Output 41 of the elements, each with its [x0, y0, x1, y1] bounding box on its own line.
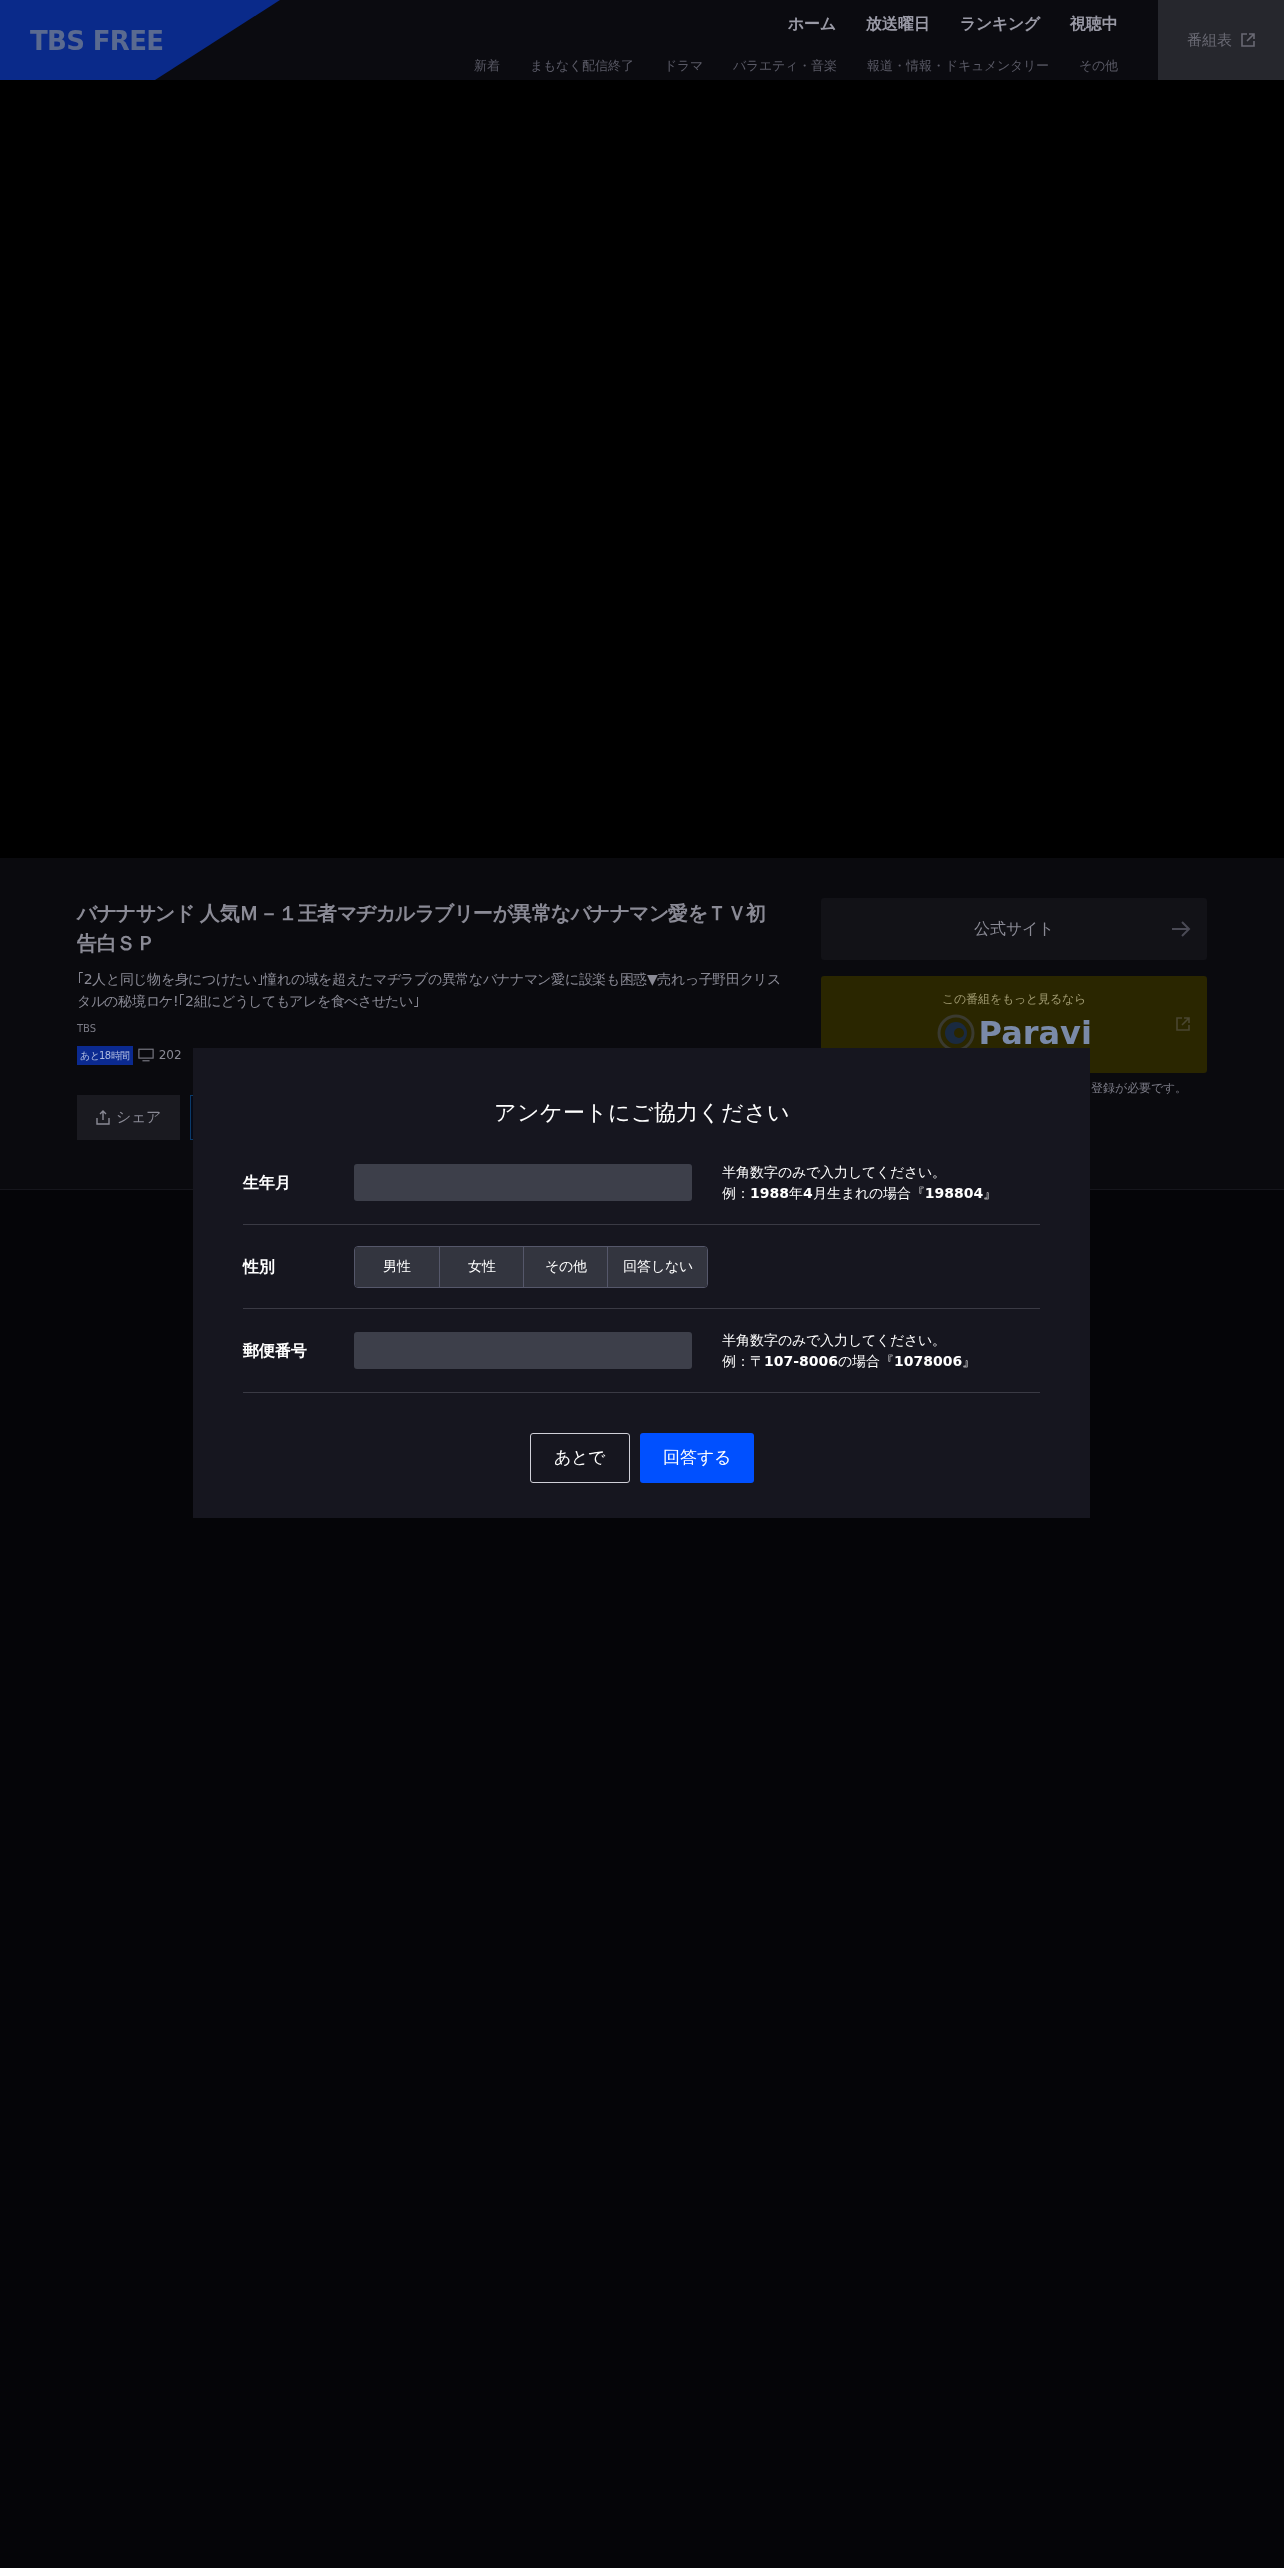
input-field[interactable] — [354, 1164, 692, 1201]
input-field[interactable] — [354, 1332, 692, 1369]
category-link[interactable]: 報道・情報・ドキュメンタリー — [867, 56, 1049, 76]
category-link[interactable]: まもなく配信終了 — [530, 56, 634, 76]
share-button[interactable]: シェア — [77, 1094, 180, 1140]
broadcast-date: 202 — [158, 1047, 182, 1065]
tv-icon — [137, 1048, 154, 1063]
input-hint: 半角数字のみで入力してください。 — [722, 1162, 947, 1182]
program-title: バナナサンド 人気Ｍ－１王者マヂカルラブリーが異常なバナナマン愛をＴＶ初告白ＳＰ — [77, 900, 767, 957]
paravi-logo: Paravi — [978, 1017, 1092, 1049]
nav-link[interactable]: ホーム — [788, 12, 836, 36]
category-link[interactable]: ドラマ — [664, 56, 703, 76]
later-button[interactable]: あとで — [529, 1433, 630, 1483]
external-link-icon — [1175, 1016, 1191, 1032]
external-link-icon — [1239, 32, 1256, 48]
official-site-link[interactable]: 公式サイト — [821, 898, 1207, 960]
gender-option[interactable]: 男性 — [355, 1246, 439, 1287]
category-link[interactable]: 新着 — [474, 56, 500, 76]
remaining-badge: あと18時間 — [77, 1045, 133, 1065]
share-icon — [96, 1109, 110, 1125]
gender-option[interactable]: 回答しない — [607, 1246, 707, 1287]
program-description: ｢2人と同じ物を身につけたい｣憧れの域を超えたマヂラブの異常なバナナマン愛に設楽も困惑▼売れっ子野田クリスタルの秘境ロケ!｢2組にどうしてもアレを食べさせたい｣ — [77, 970, 782, 1012]
input-example: 例：1988年4月生まれの場合『198804』 — [722, 1183, 998, 1203]
paravi-caption: この番組をもっと見るなら — [942, 991, 1087, 1008]
input-example: 例：〒107-8006の場合『1078006』 — [722, 1351, 977, 1371]
gender-option[interactable]: その他 — [523, 1246, 607, 1287]
nav-link[interactable]: 放送曜日 — [866, 12, 930, 36]
category-link[interactable]: その他 — [1079, 56, 1118, 76]
arrow-right-icon — [1171, 920, 1191, 938]
submit-button[interactable]: 回答する — [639, 1433, 754, 1483]
gender-option[interactable]: 女性 — [439, 1246, 523, 1287]
field-label: 生年月 — [243, 1171, 292, 1194]
category-link[interactable]: バラエティ・音楽 — [733, 56, 837, 76]
paravi-note: 登録が必要です。 — [1091, 1080, 1187, 1097]
dialog-title: アンケートにご協力ください — [492, 1099, 791, 1127]
nav-link[interactable]: ランキング — [960, 12, 1040, 36]
broadcaster-label: TBS — [77, 1021, 97, 1036]
nav-link[interactable]: 視聴中 — [1070, 12, 1118, 36]
field-label: 郵便番号 — [243, 1339, 308, 1362]
input-hint: 半角数字のみで入力してください。 — [722, 1330, 947, 1350]
field-label: 性別 — [243, 1255, 276, 1278]
